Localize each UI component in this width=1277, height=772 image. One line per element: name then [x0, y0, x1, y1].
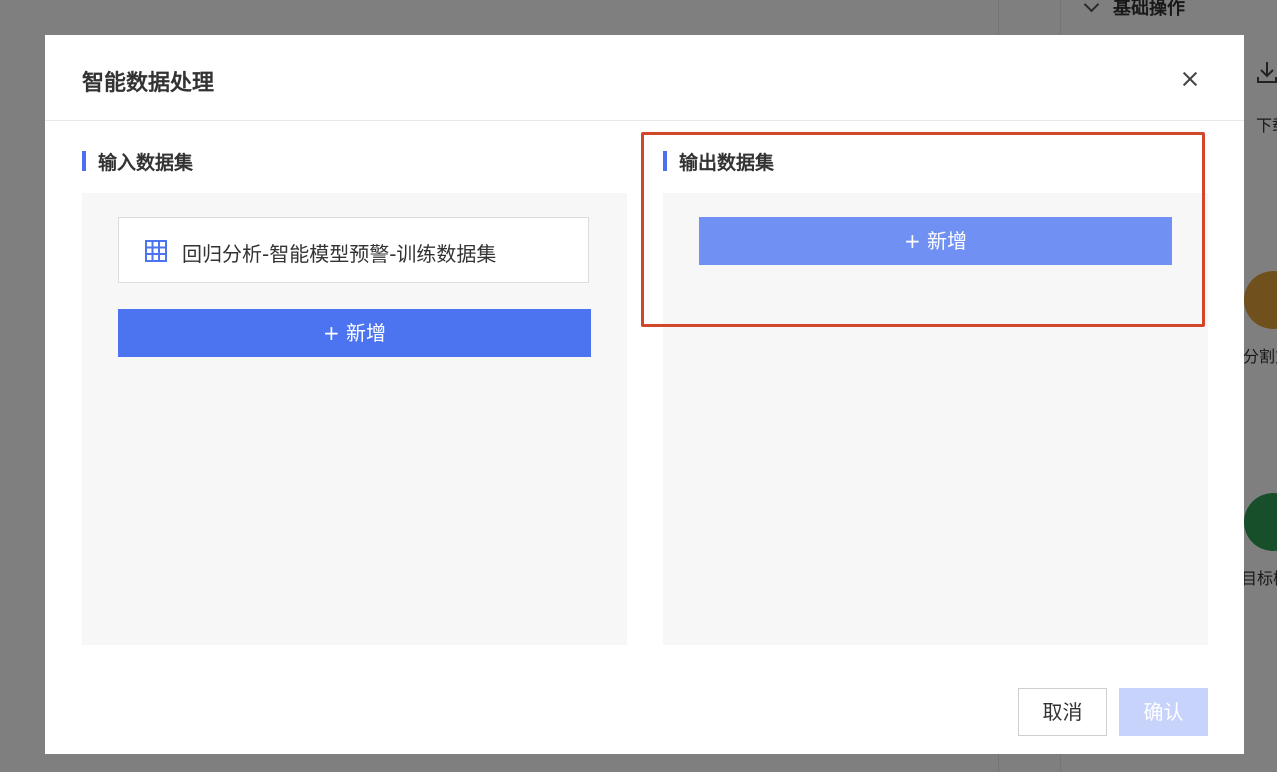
- dialog-title: 智能数据处理: [82, 71, 215, 96]
- table-icon: [145, 240, 167, 262]
- add-output-dataset-button[interactable]: + 新增: [699, 217, 1172, 265]
- smart-data-processing-dialog: 智能数据处理 输入数据集 输出数据集 回归分析-智能模型预警-训练数据集 + 新…: [45, 35, 1244, 754]
- input-dataset-panel: 回归分析-智能模型预警-训练数据集 + 新增: [82, 193, 627, 645]
- output-dataset-title: 输出数据集: [663, 148, 774, 175]
- dialog-header: 智能数据处理: [45, 35, 1244, 121]
- input-dataset-title: 输入数据集: [82, 148, 193, 175]
- confirm-button[interactable]: 确认: [1119, 688, 1208, 736]
- cancel-button[interactable]: 取消: [1018, 688, 1107, 736]
- dataset-item-label: 回归分析-智能模型预警-训练数据集: [182, 242, 497, 266]
- output-dataset-panel: + 新增: [663, 193, 1208, 645]
- dataset-list-item[interactable]: 回归分析-智能模型预警-训练数据集: [118, 217, 589, 283]
- add-input-dataset-button[interactable]: + 新增: [118, 309, 591, 357]
- close-icon[interactable]: [1178, 67, 1202, 91]
